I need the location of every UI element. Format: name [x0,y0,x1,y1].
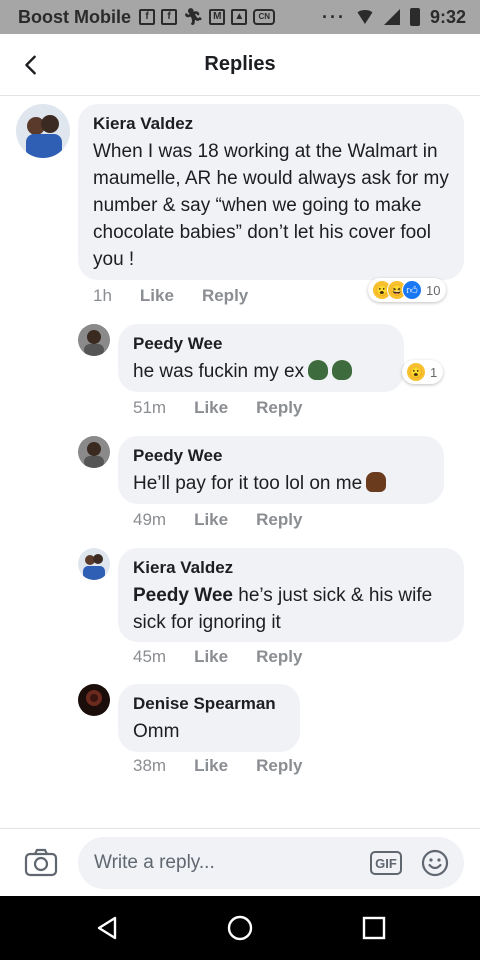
comment-text-row: He’ll pay for it too lol on me [133,470,430,497]
reply-input[interactable] [78,837,464,889]
comment-bubble[interactable]: Peedy Wee he was fuckin my ex [118,324,404,392]
back-arrow-icon [25,55,36,75]
camera-icon [24,848,58,877]
facebook-notification-icon: f [139,9,155,25]
system-nav-bar [0,896,480,960]
avatar-image [78,548,110,580]
comment-actions: 49m Like Reply [133,510,302,530]
comment-author[interactable]: Peedy Wee [133,446,430,466]
reaction-summary[interactable]: 😮 1 [402,360,444,384]
mention-link[interactable]: Peedy Wee [133,585,233,606]
comment-time: 38m [133,756,167,775]
comment-time: 51m [133,398,167,417]
facepalm-emoji-icon [332,360,353,380]
comment-author[interactable]: Peedy Wee [133,334,390,354]
like-reaction-icon: 👍︎ [402,280,422,300]
reply-button[interactable]: Reply [202,286,248,306]
battery-icon [409,8,420,26]
nav-home-button[interactable] [226,914,254,942]
wifi-icon [355,10,374,24]
comment-actions: 1h Like Reply [93,286,248,306]
comment-author[interactable]: Denise Spearman [133,694,286,714]
reaction-count: 1 [430,364,438,380]
header: Replies [0,34,480,96]
reply-button[interactable]: Reply [256,398,302,418]
like-button[interactable]: Like [194,398,228,418]
nav-recents-button[interactable] [360,914,388,942]
comment-author[interactable]: Kiera Valdez [93,114,450,134]
facebook-notification-icon: f [161,9,177,25]
like-button[interactable]: Like [140,286,174,306]
comment-author[interactable]: Kiera Valdez [133,558,450,578]
like-button[interactable]: Like [194,647,228,667]
avatar[interactable] [78,684,110,716]
page-title: Replies [204,53,276,75]
run-icon: 🏃︎ [183,9,204,26]
smiley-icon [421,849,449,877]
nav-home-icon [227,915,253,941]
avatar[interactable] [78,324,110,356]
avatar-image [78,684,110,716]
comment-text: Omm [133,721,180,742]
comment-bubble[interactable]: Kiera Valdez Peedy Wee he’s just sick & … [118,548,464,642]
avatar-image [16,104,70,158]
avatar[interactable] [78,548,110,580]
avatar[interactable] [78,436,110,468]
reply-button[interactable]: Reply [256,647,302,667]
comment-actions: 51m Like Reply [133,398,302,418]
reply-composer: GIF [0,828,480,896]
status-right: ··· 9:32 [322,7,466,28]
back-button[interactable] [16,50,46,80]
avatar-image [78,324,110,356]
nav-back-button[interactable] [93,914,121,942]
avatar-image [78,436,110,468]
mail-icon: M [209,9,226,25]
reaction-count: 10 [426,282,441,298]
facepalm-emoji-icon [308,360,329,380]
news-icon: CN [253,9,276,25]
reply-button[interactable]: Reply [256,756,302,776]
nav-back-icon [97,916,117,940]
signal-icon [383,9,400,25]
comment-time: 45m [133,647,167,666]
nav-recents-icon [362,916,386,940]
comment-text: He’ll pay for it too lol on me [133,473,363,494]
comment-bubble[interactable]: Denise Spearman Omm [118,684,300,752]
comment-text: he was fuckin my ex [133,361,305,382]
notification-icons: f f 🏃︎ M ▲ CN [139,7,276,27]
gif-button[interactable]: GIF [370,851,402,875]
comment-actions: 38m Like Reply [133,756,302,776]
reaction-summary[interactable]: 😮 😆 👍︎ 10 [368,278,447,302]
raised-hand-emoji-icon [366,472,387,492]
comment-time: 49m [133,510,167,529]
comment-text-row: he was fuckin my ex [133,358,390,385]
avatar[interactable] [16,104,70,158]
more-notifications-icon: ··· [321,6,346,27]
status-bar: Boost Mobile f f 🏃︎ M ▲ CN ··· 9:32 [0,0,480,34]
comment-text-row: Peedy Wee he’s just sick & his wife sick… [133,582,450,636]
carrier-label: Boost Mobile [18,6,131,27]
emoji-button[interactable] [421,849,449,877]
like-button[interactable]: Like [194,756,228,776]
like-button[interactable]: Like [194,510,228,530]
clock: 9:32 [429,6,466,27]
comment-actions: 45m Like Reply [133,647,302,667]
reply-button[interactable]: Reply [256,510,302,530]
image-icon: ▲ [231,9,248,25]
wow-reaction-icon: 😮 [406,362,426,382]
comment-text: When I was 18 working at the Walmart in … [93,141,449,270]
comment-bubble[interactable]: Peedy Wee He’ll pay for it too lol on me [118,436,444,504]
comment-bubble[interactable]: Kiera Valdez When I was 18 working at th… [78,104,464,280]
camera-button[interactable] [24,847,58,877]
comment-time: 1h [93,286,112,305]
